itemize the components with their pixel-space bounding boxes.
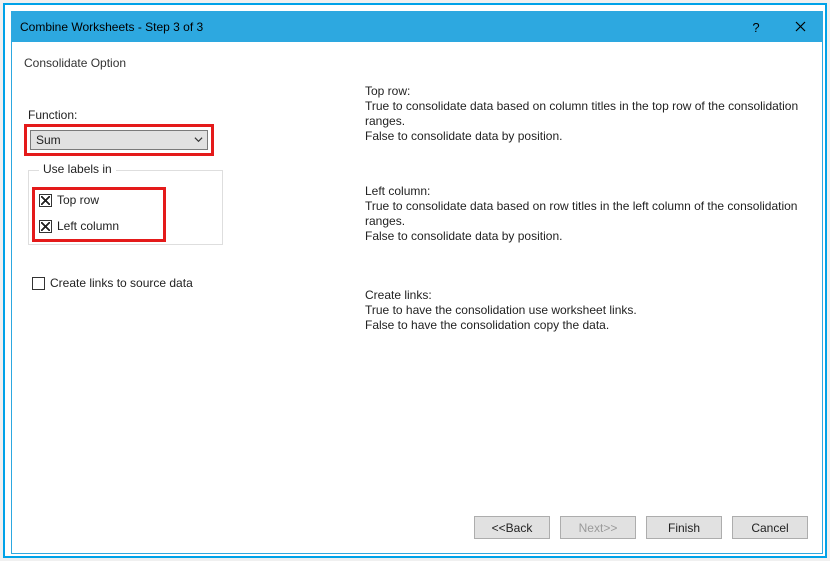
finish-button[interactable]: Finish [646,516,722,539]
top-row-description-line2: False to consolidate data by position. [365,129,810,144]
top-row-checkbox-row[interactable]: Top row [39,193,99,207]
left-column-checkbox-label: Left column [57,219,119,233]
top-row-checkbox-label: Top row [57,193,99,207]
create-links-description: Create links: True to have the consolida… [365,288,810,333]
back-button[interactable]: <<Back [474,516,550,539]
left-column-checkbox[interactable] [39,220,52,233]
create-links-description-head: Create links: [365,288,810,303]
function-label: Function: [28,108,77,122]
top-row-description-line1: True to consolidate data based on column… [365,99,810,129]
top-row-checkbox[interactable] [39,194,52,207]
left-column-description: Left column: True to consolidate data ba… [365,184,810,244]
dialog-body: Consolidate Option Function: Sum Use lab… [12,42,822,553]
dialog-title: Combine Worksheets - Step 3 of 3 [20,20,734,34]
next-button: Next>> [560,516,636,539]
consolidate-option-label: Consolidate Option [24,56,126,70]
create-links-checkbox[interactable] [32,277,45,290]
close-button[interactable] [778,12,822,42]
create-links-description-line2: False to have the consolidation copy the… [365,318,810,333]
create-links-checkbox-label: Create links to source data [50,276,193,290]
top-row-description-head: Top row: [365,84,810,99]
titlebar: Combine Worksheets - Step 3 of 3 ? [12,12,822,42]
top-row-description: Top row: True to consolidate data based … [365,84,810,144]
help-button[interactable]: ? [734,12,778,42]
create-links-checkbox-row[interactable]: Create links to source data [32,276,193,290]
left-column-checkbox-row[interactable]: Left column [39,219,119,233]
create-links-description-line1: True to have the consolidation use works… [365,303,810,318]
use-labels-in-legend: Use labels in [39,162,116,176]
left-column-description-line2: False to consolidate data by position. [365,229,810,244]
left-column-description-line1: True to consolidate data based on row ti… [365,199,810,229]
button-bar: <<Back Next>> Finish Cancel [474,516,808,539]
function-select[interactable]: Sum [30,130,208,150]
left-column-description-head: Left column: [365,184,810,199]
screenshot-frame: Combine Worksheets - Step 3 of 3 ? Conso… [3,3,827,558]
close-icon [795,20,806,35]
cancel-button[interactable]: Cancel [732,516,808,539]
combine-worksheets-dialog: Combine Worksheets - Step 3 of 3 ? Conso… [11,11,823,554]
chevron-down-icon [194,133,203,147]
function-select-value: Sum [36,133,61,147]
